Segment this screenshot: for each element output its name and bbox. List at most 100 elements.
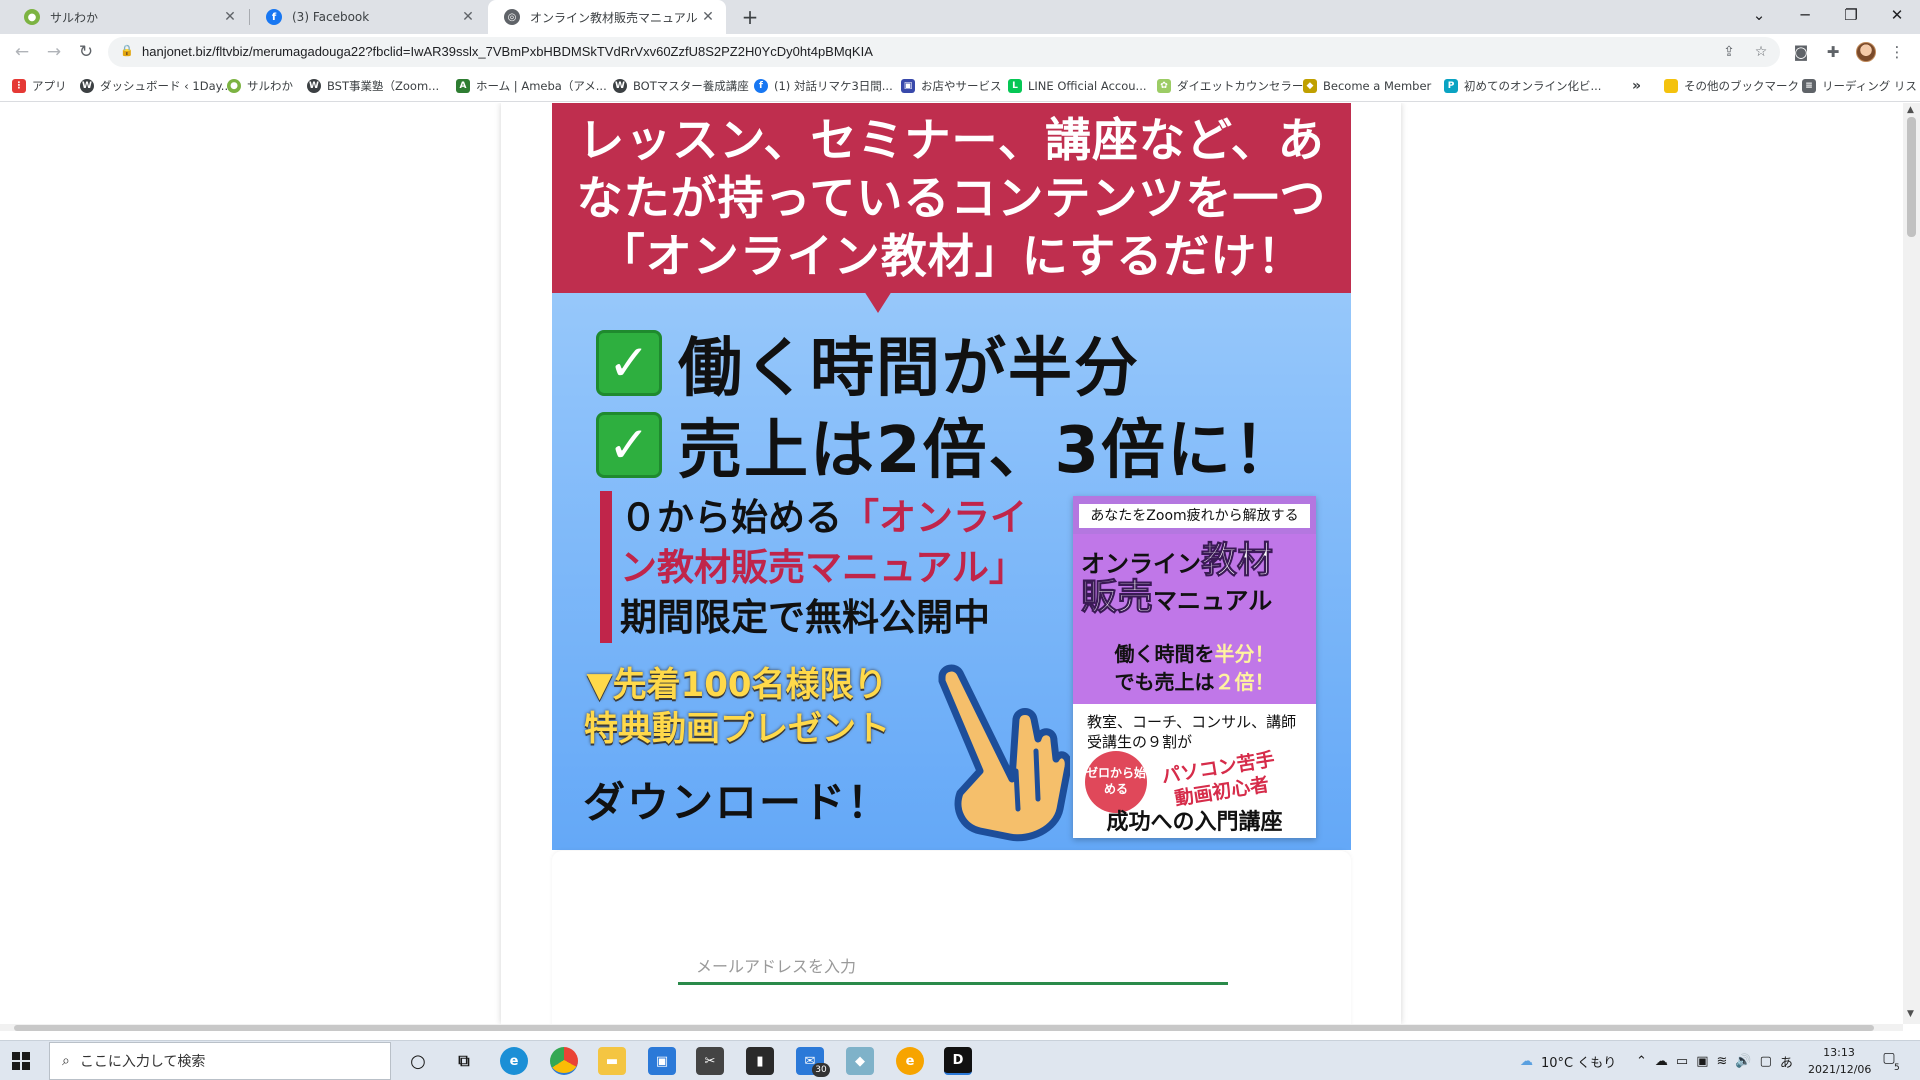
tab-search-chevron-icon[interactable]: ⌄ <box>1736 0 1782 30</box>
saruwaka-icon: ● <box>227 79 241 93</box>
app-d-icon[interactable]: D <box>944 1047 972 1075</box>
bookmark-botmaster[interactable]: W BOTマスター養成講座 <box>613 77 749 95</box>
display-icon[interactable]: ▭ <box>1676 1054 1688 1069</box>
bookmark-reading-list[interactable]: ≡ リーディング リスト <box>1802 77 1920 95</box>
wordpress-icon: W <box>80 79 94 93</box>
bookmark-label: (1) 対話リマケ3日間... <box>774 79 893 93</box>
manual-book-cover: あなたをZoom疲れから解放する オンライン教材 販売マニュアル 働く時間を半分… <box>1073 496 1316 838</box>
scroll-down-arrow-icon[interactable]: ▼ <box>1907 1009 1914 1019</box>
profile-avatar[interactable] <box>1856 42 1876 62</box>
book-tag-2a: でも売上は <box>1114 670 1215 694</box>
restore-icon[interactable]: ❐ <box>1828 0 1874 30</box>
shield-icon: ◆ <box>1303 79 1317 93</box>
menu-kebab-icon[interactable]: ⋮ <box>1886 41 1908 63</box>
close-icon[interactable]: ✕ <box>700 9 716 25</box>
horizontal-scrollbar[interactable] <box>0 1024 1903 1031</box>
bookmark-diet[interactable]: ✿ ダイエットカウンセラー... <box>1157 77 1314 95</box>
tab-title: サルわか <box>50 10 99 25</box>
bookmark-member[interactable]: ◆ Become a Member <box>1303 77 1431 95</box>
notification-count: 5 <box>1894 1063 1900 1073</box>
onedrive-icon[interactable]: ☁ <box>1655 1054 1668 1069</box>
volume-icon[interactable]: 🔊 <box>1735 1054 1751 1069</box>
share-icon[interactable]: ⇪ <box>1718 41 1740 63</box>
edge-icon[interactable]: e <box>500 1047 528 1075</box>
book-body-text: 教室、コーチ、コンサル、講師 受講生の９割が <box>1087 712 1312 752</box>
clock-date: 2021/12/06 <box>1808 1063 1872 1076</box>
back-arrow-icon[interactable]: ← <box>8 38 36 66</box>
edge-canary-icon[interactable]: e <box>896 1047 924 1075</box>
bookmark-label: ホーム | Ameba（アメ... <box>476 79 607 93</box>
tab-saruwaka[interactable]: ● サルわか ✕ <box>8 0 248 34</box>
bookmark-bst[interactable]: W BST事業塾（Zoom... <box>307 77 439 95</box>
bookmark-taiwa[interactable]: f (1) 対話リマケ3日間... <box>754 77 893 95</box>
download-cta-text: ダウンロード！ <box>582 778 891 827</box>
bookmark-label: Become a Member <box>1323 79 1432 93</box>
task-view-icon[interactable]: ⧉ <box>450 1047 478 1075</box>
media-app-icon[interactable]: ▮ <box>746 1047 774 1075</box>
ime-indicator[interactable]: あ <box>1780 1052 1793 1071</box>
file-explorer-icon[interactable]: ▬ <box>598 1047 626 1075</box>
taskbar-clock[interactable]: 13:13 2021/12/06 <box>1808 1044 1872 1078</box>
checkmark-icon: ✓ <box>596 330 662 396</box>
bookmark-saruwaka[interactable]: ● サルわか <box>227 77 293 95</box>
close-icon[interactable]: ✕ <box>222 9 238 25</box>
address-bar[interactable]: 🔒 hanjonet.biz/fltvbiz/merumagadouga22?f… <box>108 37 1780 67</box>
reload-icon[interactable]: ↻ <box>72 38 100 66</box>
notes-app-icon[interactable]: ◆ <box>846 1047 874 1075</box>
book-tag-1a: 働く時間を <box>1114 642 1215 666</box>
network-icon[interactable]: ▣ <box>1696 1054 1708 1069</box>
bookmark-dashboard[interactable]: W ダッシュボード ‹ 1Day... <box>80 77 232 95</box>
bookmark-star-icon[interactable]: ☆ <box>1750 41 1772 63</box>
vertical-scrollbar[interactable]: ▲ ▼ <box>1903 103 1920 1024</box>
scroll-up-arrow-icon[interactable]: ▲ <box>1907 105 1914 115</box>
chrome-icon[interactable] <box>550 1047 578 1075</box>
book-red-callout: パソコン苦手 動画初心者 <box>1160 747 1280 812</box>
bookmark-label: サルわか <box>247 79 293 93</box>
camera-icon[interactable]: ◙ <box>1790 41 1812 63</box>
email-input[interactable] <box>678 951 1228 985</box>
weather-widget[interactable]: ☁ 10°C くもり <box>1520 1041 1616 1080</box>
browser-toolbar: ← → ↻ 🔒 hanjonet.biz/fltvbiz/merumagadou… <box>0 34 1920 70</box>
tab-strip: ● サルわか ✕ f (3) Facebook ✕ ◎ オンライン教材販売マニュ… <box>0 0 1920 34</box>
taskbar-search-placeholder: ここに入力して検索 <box>79 1054 206 1070</box>
bookmark-ameba[interactable]: A ホーム | Ameba（アメ... <box>456 77 607 95</box>
meet-now-icon[interactable]: ▢ <box>1760 1054 1772 1069</box>
address-url[interactable]: hanjonet.biz/fltvbiz/merumagadouga22?fbc… <box>142 44 873 59</box>
p-icon: P <box>1444 79 1458 93</box>
vertical-scroll-thumb[interactable] <box>1907 117 1916 237</box>
store-icon[interactable]: ▣ <box>648 1047 676 1075</box>
bookmark-other[interactable]: その他のブックマーク <box>1664 77 1799 95</box>
forward-arrow-icon[interactable]: → <box>40 38 68 66</box>
close-window-icon[interactable]: ✕ <box>1874 0 1920 30</box>
snipping-tool-icon[interactable]: ✂ <box>696 1047 724 1075</box>
bookmark-label: BOTマスター養成講座 <box>633 79 749 93</box>
lock-icon[interactable]: 🔒 <box>120 44 134 60</box>
minimize-icon[interactable]: ─ <box>1782 0 1828 30</box>
horizontal-scroll-thumb[interactable] <box>14 1025 1874 1031</box>
chevron-up-icon[interactable]: ⌃ <box>1636 1054 1647 1069</box>
taskbar-search[interactable]: ⌕ ここに入力して検索 <box>49 1042 391 1080</box>
bookmark-online[interactable]: P 初めてのオンライン化ビ... <box>1444 77 1601 95</box>
bookmark-apps[interactable]: ⋮ アプリ <box>12 77 67 95</box>
free-line-2: ン教材販売マニュアル」 <box>620 546 1026 589</box>
bookmark-line[interactable]: L LINE Official Accou... <box>1008 77 1147 95</box>
windows-start-icon[interactable] <box>12 1052 30 1070</box>
windows-taskbar: ⌕ ここに入力して検索 ○ ⧉ e ▬ ▣ ✂ ▮ ✉ 30 ◆ e D ☁ 1… <box>0 1040 1920 1080</box>
benefit-text: 働く時間が半分 <box>678 332 1140 406</box>
tab-online-manual[interactable]: ◎ オンライン教材販売マニュアル | FLTV ✕ <box>488 0 726 34</box>
close-icon[interactable]: ✕ <box>460 9 476 25</box>
bookmark-omise[interactable]: ▣ お店やサービス <box>901 77 1002 95</box>
wifi-icon[interactable]: ≋ <box>1717 1054 1728 1069</box>
cortana-circle-icon[interactable]: ○ <box>404 1047 432 1075</box>
bookmarks-overflow-chevron-icon[interactable]: » <box>1632 77 1641 95</box>
new-tab-plus-icon[interactable]: + <box>737 4 763 30</box>
extensions-puzzle-icon[interactable]: ✚ <box>1822 41 1844 63</box>
limited-offer-text: ▼先着100名様限り 特典動画プレゼント <box>572 663 902 751</box>
tab-facebook[interactable]: f (3) Facebook ✕ <box>250 0 486 34</box>
headline-line-2: なたが持っているコンテンツを一つ <box>576 171 1327 225</box>
wordpress-icon: W <box>307 79 321 93</box>
weather-text: 10°C くもり <box>1541 1055 1617 1071</box>
bookmark-label: アプリ <box>32 79 67 93</box>
apps-grid-icon: ⋮ <box>12 79 26 93</box>
saruwaka-favicon-icon: ● <box>24 9 40 25</box>
